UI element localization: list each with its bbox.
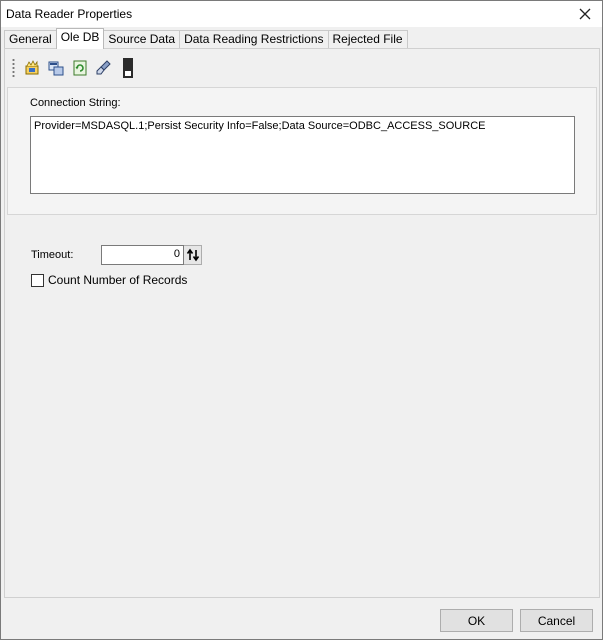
count-records-label: Count Number of Records <box>48 273 188 287</box>
connection-string-group: Connection String: Provider=MSDASQL.1;Pe… <box>7 87 597 215</box>
cancel-button[interactable]: Cancel <box>520 609 593 632</box>
tab-strip: General Ole DB Source Data Data Reading … <box>4 28 408 49</box>
timeout-stepper[interactable]: 0 <box>101 245 202 265</box>
file-icon <box>123 58 133 78</box>
build-connection-icon <box>25 60 39 75</box>
connection-string-input[interactable]: Provider=MSDASQL.1;Persist Security Info… <box>30 116 575 194</box>
build-connection-button[interactable] <box>21 57 43 79</box>
title-bar: Data Reader Properties <box>1 1 602 27</box>
close-icon <box>579 8 591 20</box>
data-link-button[interactable] <box>45 57 67 79</box>
refresh-icon <box>73 60 87 76</box>
toolbar-grip[interactable] <box>12 58 15 78</box>
timeout-input[interactable]: 0 <box>101 245 184 265</box>
up-down-arrows-icon <box>186 248 199 262</box>
window-title: Data Reader Properties <box>6 7 133 21</box>
data-link-icon <box>48 61 64 76</box>
ok-button[interactable]: OK <box>440 609 513 632</box>
clear-button[interactable] <box>93 57 115 79</box>
ole-db-panel: Connection String: Provider=MSDASQL.1;Pe… <box>4 48 600 598</box>
tab-data-reading-restrictions[interactable]: Data Reading Restrictions <box>179 30 329 49</box>
spinner-button[interactable] <box>184 245 202 265</box>
timeout-label: Timeout: <box>31 249 74 261</box>
tab-source-data[interactable]: Source Data <box>103 30 181 49</box>
file-button[interactable] <box>117 57 139 79</box>
tab-ole-db[interactable]: Ole DB <box>55 28 105 49</box>
dialog-window: Data Reader Properties General Ole DB So… <box>0 0 603 640</box>
tab-rejected-file[interactable]: Rejected File <box>327 30 408 49</box>
toolbar <box>12 56 141 80</box>
refresh-button[interactable] <box>69 57 91 79</box>
tab-general[interactable]: General <box>4 30 57 49</box>
close-button[interactable] <box>574 3 596 25</box>
connection-string-label: Connection String: <box>30 97 121 109</box>
clear-icon <box>96 60 111 75</box>
count-records-row[interactable]: Count Number of Records <box>31 273 187 287</box>
count-records-checkbox[interactable] <box>31 273 44 287</box>
dialog-footer: OK Cancel <box>1 599 602 639</box>
